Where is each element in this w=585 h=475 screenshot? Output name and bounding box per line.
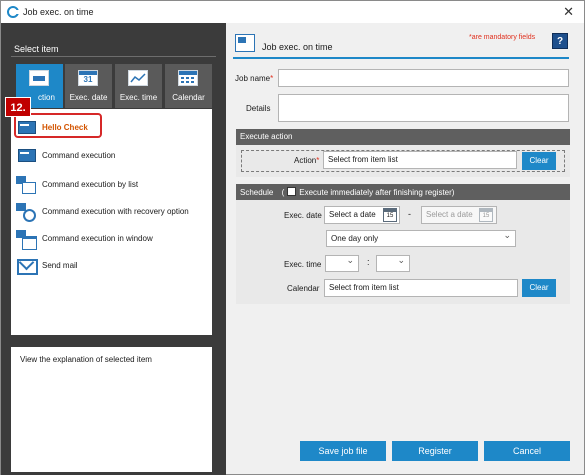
time-separator: : (367, 257, 370, 267)
list-item-label: Command execution (42, 150, 116, 160)
register-button[interactable]: Register (392, 441, 478, 461)
action-select-input[interactable]: Select from item list (323, 151, 517, 169)
list-item-send-mail[interactable]: Send mail (16, 255, 78, 275)
details-input[interactable] (278, 94, 569, 122)
list-item-label: Hello Check (42, 122, 88, 132)
list-icon (16, 176, 36, 194)
select-item-title: Select item (14, 44, 59, 54)
mail-icon (16, 257, 38, 275)
list-item-command-recovery[interactable]: Command execution with recovery option (16, 201, 189, 222)
job-name-label: Job name* (235, 74, 274, 83)
schedule-paren: ( (281, 188, 285, 197)
tab-exec-date[interactable]: 31 Exec. date (65, 64, 112, 108)
list-item-label: Command execution by list (42, 179, 139, 189)
item-list: Hello Check Command execution Command ex… (11, 109, 212, 335)
list-item-command-window[interactable]: Command execution in window (16, 228, 153, 250)
left-divider (11, 56, 216, 57)
list-item-command-execution[interactable]: Command execution (16, 145, 115, 165)
calendar-label: Calendar (287, 284, 320, 293)
app-refresh-icon (7, 6, 20, 18)
action-clear-button[interactable]: Clear (522, 152, 556, 170)
minute-select[interactable] (376, 255, 410, 272)
list-item-command-by-list[interactable]: Command execution by list (16, 174, 138, 194)
calendar-icon-disabled: 15 (479, 208, 493, 222)
right-divider (233, 57, 569, 59)
step-badge: 12. (5, 97, 31, 117)
tab-exec-time-label: Exec. time (119, 93, 158, 102)
list-item-label: Send mail (42, 260, 78, 270)
tab-calendar-label: Calendar (172, 93, 205, 102)
window-icon (16, 230, 37, 250)
right-title: Job exec. on time (262, 42, 333, 52)
description-panel: View the explanation of selected item (11, 347, 212, 472)
repeat-select[interactable]: One day only (326, 230, 516, 247)
execute-action-body: Action* Select from item list Clear (236, 145, 570, 177)
recovery-icon (16, 203, 36, 222)
execute-action-header: Execute action (236, 129, 570, 145)
execute-immediately-label: Execute immediately after finishing regi… (299, 188, 455, 197)
mandatory-note: *are mandatory fields (469, 34, 536, 41)
cancel-button[interactable]: Cancel (484, 441, 570, 461)
list-item-hello-check[interactable]: Hello Check (16, 117, 88, 137)
calendar-grid-icon (178, 70, 198, 86)
close-icon[interactable]: ✕ (563, 4, 574, 20)
job-exec-icon (235, 34, 255, 52)
calendar-day: 31 (83, 75, 93, 84)
action-label: Action* (294, 156, 320, 165)
job-exec-window: Job exec. on time ✕ Select item ction 31… (0, 0, 585, 475)
list-item-label: Command execution with recovery option (42, 206, 189, 216)
tab-exec-time[interactable]: Exec. time (115, 64, 162, 108)
save-job-file-button[interactable]: Save job file (300, 441, 386, 461)
exec-time-label: Exec. time (284, 260, 322, 269)
window-title: Job exec. on time (23, 7, 94, 17)
exec-date-label: Exec. date (284, 211, 322, 220)
help-button[interactable]: ? (552, 33, 568, 49)
calendar-clear-button[interactable]: Clear (522, 279, 556, 297)
terminal-icon (16, 147, 36, 163)
tab-calendar[interactable]: Calendar (165, 64, 212, 108)
execute-immediately-checkbox[interactable] (287, 187, 297, 196)
calendar-select-input[interactable]: Select from item list (324, 279, 518, 297)
title-bar: Job exec. on time ✕ (1, 1, 584, 23)
terminal-icon (29, 70, 49, 86)
details-label: Details (246, 104, 271, 113)
schedule-header: Schedule ( Execute immediately after fini… (236, 184, 570, 200)
chart-icon (128, 70, 148, 86)
schedule-title: Schedule (240, 188, 274, 197)
calendar-icon[interactable]: 15 (383, 208, 397, 222)
calendar-31-icon: 31 (78, 70, 98, 86)
hello-check-icon (16, 119, 36, 135)
list-item-label: Command execution in window (42, 233, 153, 243)
description-text: View the explanation of selected item (20, 355, 152, 364)
job-name-input[interactable] (278, 69, 569, 87)
schedule-body: Exec. date Select a date 15 - Select a d… (236, 200, 570, 304)
date-separator: - (408, 209, 411, 219)
tab-exec-date-label: Exec. date (69, 93, 108, 102)
hour-select[interactable] (325, 255, 359, 272)
